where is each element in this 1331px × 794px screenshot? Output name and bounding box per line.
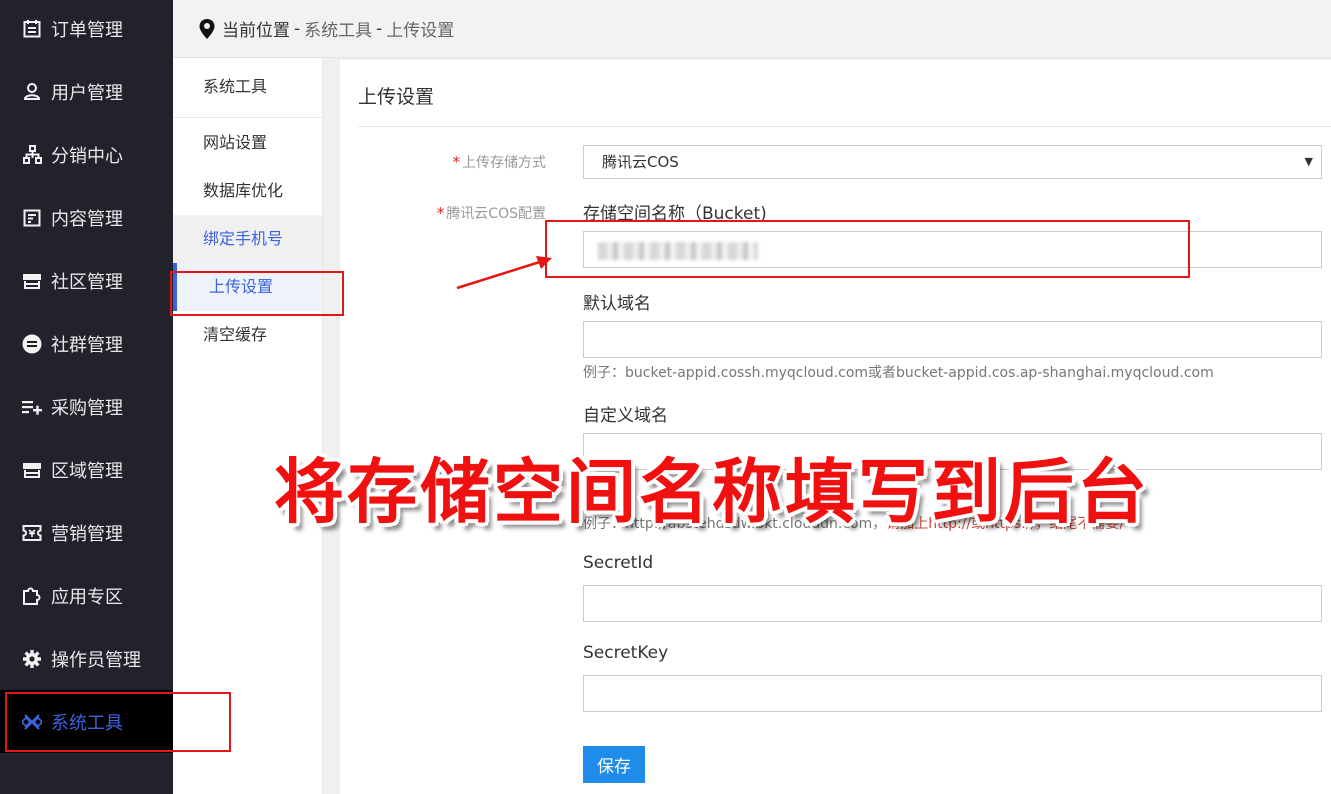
breadcrumb-level2[interactable]: 上传设置 bbox=[386, 16, 454, 41]
sidebar-item-marketing[interactable]: 营销管理 bbox=[0, 501, 173, 564]
secret-key-input[interactable] bbox=[583, 675, 1322, 712]
breadcrumb-current: 当前位置 bbox=[222, 21, 290, 41]
sidebar-item-users[interactable]: 用户管理 bbox=[0, 60, 173, 123]
submenu-item-clear-cache[interactable]: 清空缓存 bbox=[173, 311, 322, 359]
sidebar: 订单管理 用户管理 分销中心 内容管理 社区管理 社群管理 采购管理 区域管理 … bbox=[0, 0, 173, 794]
store-icon bbox=[22, 271, 42, 291]
cos-config-label: * 腾讯云COS配置 bbox=[410, 203, 546, 223]
storage-method-select[interactable]: 腾讯云COS ▼ bbox=[583, 145, 1322, 179]
list-add-icon bbox=[22, 397, 42, 417]
document-icon bbox=[22, 208, 42, 228]
sidebar-item-community[interactable]: 社区管理 bbox=[0, 249, 173, 312]
ticket-icon bbox=[22, 523, 42, 543]
submenu-item-bind-phone[interactable]: 绑定手机号 bbox=[173, 215, 322, 263]
sidebar-item-label: 营销管理 bbox=[51, 523, 123, 545]
sidebar-item-region[interactable]: 区域管理 bbox=[0, 438, 173, 501]
submenu-item-site-settings[interactable]: 网站设置 bbox=[173, 119, 322, 167]
calendar-icon bbox=[22, 19, 42, 39]
upload-settings-panel: 上传设置 * 上传存储方式 腾讯云COS ▼ * 腾讯云COS配置 存储空间名称（B… bbox=[340, 60, 1331, 794]
puzzle-icon bbox=[22, 586, 42, 606]
user-icon bbox=[22, 82, 42, 102]
breadcrumb-separator: - bbox=[294, 18, 301, 39]
submenu-header: 系统工具 bbox=[173, 58, 322, 118]
default-domain-input[interactable] bbox=[583, 321, 1322, 358]
breadcrumb-level1[interactable]: 系统工具 bbox=[304, 16, 372, 41]
submenu: 系统工具 网站设置 数据库优化 绑定手机号 上传设置 清空缓存 bbox=[173, 58, 323, 794]
sidebar-item-label: 用户管理 bbox=[51, 82, 123, 104]
sidebar-item-label: 操作员管理 bbox=[51, 649, 141, 671]
minus-circle-icon bbox=[22, 334, 42, 354]
sidebar-item-label: 分销中心 bbox=[51, 145, 123, 167]
org-chart-icon bbox=[22, 145, 42, 165]
storage-method-label: * 上传存储方式 bbox=[440, 152, 547, 172]
sidebar-item-label: 内容管理 bbox=[51, 208, 123, 230]
sidebar-item-label: 采购管理 bbox=[51, 397, 123, 419]
location-pin-icon bbox=[199, 18, 215, 39]
default-domain-hint: 例子：bucket-appid.cossh.myqcloud.com或者buck… bbox=[583, 365, 1214, 381]
secret-key-label: SecretKey bbox=[583, 643, 669, 663]
submenu-item-db-optimize[interactable]: 数据库优化 bbox=[173, 167, 322, 215]
breadcrumb: 当前位置 - 系统工具 - 上传设置 bbox=[173, 0, 1331, 58]
secret-id-label: SecretId bbox=[583, 553, 654, 573]
storage-method-value: 腾讯云COS bbox=[602, 153, 679, 171]
caret-down-icon: ▼ bbox=[1304, 155, 1313, 168]
required-mark: * bbox=[436, 204, 445, 222]
store-icon bbox=[22, 460, 42, 480]
page-title: 上传设置 bbox=[358, 86, 435, 108]
custom-domain-label: 自定义域名 bbox=[583, 406, 668, 426]
sidebar-item-content[interactable]: 内容管理 bbox=[0, 186, 173, 249]
sidebar-item-label: 社区管理 bbox=[51, 271, 123, 293]
sidebar-item-groups[interactable]: 社群管理 bbox=[0, 312, 173, 375]
required-mark: * bbox=[452, 153, 461, 171]
sidebar-item-label: 区域管理 bbox=[51, 460, 123, 482]
default-domain-label: 默认域名 bbox=[583, 294, 651, 314]
cos-config-label-text: 腾讯云COS配置 bbox=[446, 206, 546, 222]
sidebar-item-label: 社群管理 bbox=[51, 334, 123, 356]
save-button[interactable]: 保存 bbox=[583, 746, 645, 783]
secret-id-input[interactable] bbox=[583, 585, 1322, 622]
sidebar-item-label: 应用专区 bbox=[51, 586, 123, 608]
gear-icon bbox=[22, 649, 42, 669]
annotation-box-system-tools bbox=[5, 692, 231, 752]
annotation-caption: 将存储空间名称填写到后台 bbox=[274, 451, 1150, 533]
sidebar-item-apps[interactable]: 应用专区 bbox=[0, 564, 173, 627]
sidebar-item-orders[interactable]: 订单管理 bbox=[0, 0, 173, 60]
breadcrumb-separator: - bbox=[376, 18, 383, 39]
storage-method-label-text: 上传存储方式 bbox=[462, 155, 546, 171]
sidebar-item-purchase[interactable]: 采购管理 bbox=[0, 375, 173, 438]
sidebar-item-label: 订单管理 bbox=[51, 19, 123, 41]
sidebar-item-distribution[interactable]: 分销中心 bbox=[0, 123, 173, 186]
annotation-box-upload-settings bbox=[170, 271, 344, 316]
annotation-box-bucket bbox=[545, 220, 1190, 278]
sidebar-item-operators[interactable]: 操作员管理 bbox=[0, 627, 173, 690]
title-divider bbox=[358, 126, 1331, 127]
